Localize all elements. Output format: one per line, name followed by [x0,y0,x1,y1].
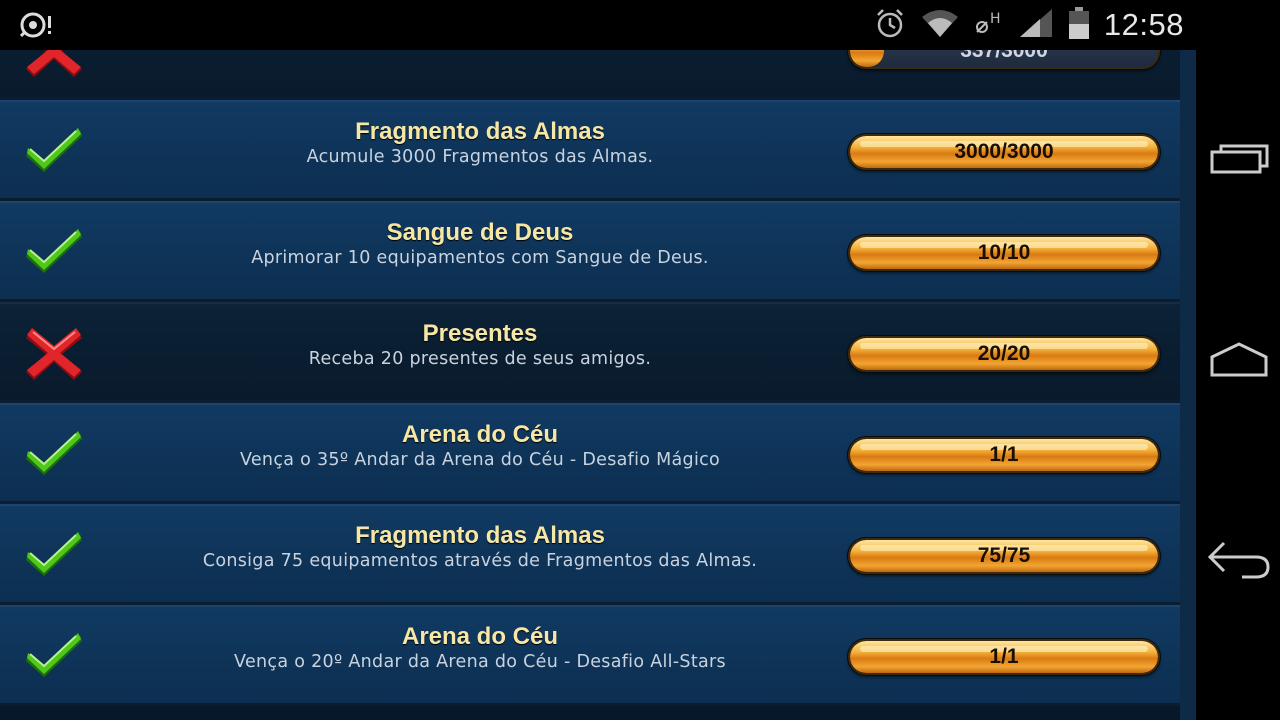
achievement-row[interactable]: Presentes Receba 20 presentes de seus ami… [0,302,1180,403]
navigation-bar [1196,0,1280,720]
status-icons: H 12:58 [874,7,1184,43]
checkmark-icon [24,629,84,679]
achievement-text: Presentes Receba 20 presentes de seus ami… [100,320,860,370]
achievement-row[interactable]: Fragmento das Almas Consiga 75 equipament… [0,504,1180,605]
progress-bar: 1/1 [848,437,1160,473]
alarm-icon [874,7,906,43]
back-button[interactable] [1206,534,1272,584]
progress-bar: 1/1 [848,639,1160,675]
achievement-description: Receba 20 presentes de seus amigos. [308,349,652,369]
recent-apps-button[interactable] [1206,134,1272,184]
checkmark-icon [24,124,84,174]
achievement-text: Sangue de Deus Aprimorar 10 equipamentos … [100,219,860,269]
checkmark-icon [24,528,84,578]
progress-label: 20/20 [977,342,1031,365]
achievement-text: Fragmento das Almas Acumule 3000 Fragment… [100,118,860,168]
achievement-title: Presentes [422,320,538,347]
progress-label: 1/1 [989,443,1019,466]
progress-bar: 75/75 [848,538,1160,574]
home-icon [1210,342,1268,377]
achievement-list: Acumule 5000 Fragmentos das Almas.337/30… [0,50,1180,706]
progress-bar: 3000/3000 [848,134,1160,170]
achievement-text: Arena do Céu Vença o 35º Andar da Arena d… [100,421,860,471]
recent-apps-icon [1210,144,1269,174]
checkmark-icon [24,427,84,477]
achievement-description: Aprimorar 10 equipamentos com Sangue de … [251,248,709,268]
achievement-title: Arena do Céu [401,421,559,448]
achievement-description: Vença o 20º Andar da Arena do Céu - Desa… [234,652,726,672]
h-signal-icon: H [974,7,1004,43]
achievement-list-viewport[interactable]: Acumule 5000 Fragmentos das Almas.337/30… [0,50,1196,720]
home-button[interactable] [1206,334,1272,384]
cross-icon [24,50,84,77]
progress-label: 3000/3000 [954,140,1054,163]
progress-label: 75/75 [977,544,1031,567]
achievement-row[interactable]: Acumule 5000 Fragmentos das Almas.337/30… [0,50,1180,100]
achievement-row[interactable]: Arena do Céu Vença o 20º Andar da Arena d… [0,605,1180,706]
progress-label: 337/3000 [960,50,1048,62]
achievement-description: Acumule 3000 Fragmentos das Almas. [306,147,654,167]
achievement-row[interactable]: Arena do Céu Vença o 35º Andar da Arena d… [0,403,1180,504]
status-bar: H 12:58 [0,0,1280,50]
achievement-row[interactable]: Sangue de Deus Aprimorar 10 equipamentos … [0,201,1180,302]
achievement-row[interactable]: Fragmento das Almas Acumule 3000 Fragment… [0,100,1180,201]
wifi-icon [920,7,960,43]
clock: 12:58 [1103,7,1184,42]
achievement-text: Fragmento das Almas Consiga 75 equipament… [100,522,860,572]
cell-signal-icon [1018,7,1054,43]
svg-text:H: H [990,11,1001,27]
achievement-description: Vença o 35º Andar da Arena do Céu - Desa… [239,450,721,470]
cross-icon [24,326,84,380]
achievement-title: Fragmento das Almas [355,118,605,145]
scrollbar-track[interactable] [1180,50,1196,720]
achievement-description: Consiga 75 equipamentos através de Fragm… [202,551,758,571]
achievement-text: Arena do Céu Vença o 20º Andar da Arena d… [100,623,860,673]
achievement-title: Arena do Céu [401,623,559,650]
game-notification-icon [19,12,54,38]
achievement-title: Fragmento das Almas [355,522,605,549]
progress-label: 10/10 [977,241,1031,264]
achievement-title: Sangue de Deus [386,219,574,246]
progress-bar: 10/10 [848,235,1160,271]
progress-bar: 337/3000 [848,50,1160,69]
battery-icon [1068,7,1090,43]
progress-bar: 20/20 [848,336,1160,372]
back-icon [1207,541,1270,579]
progress-label: 1/1 [989,645,1019,668]
checkmark-icon [24,225,84,275]
